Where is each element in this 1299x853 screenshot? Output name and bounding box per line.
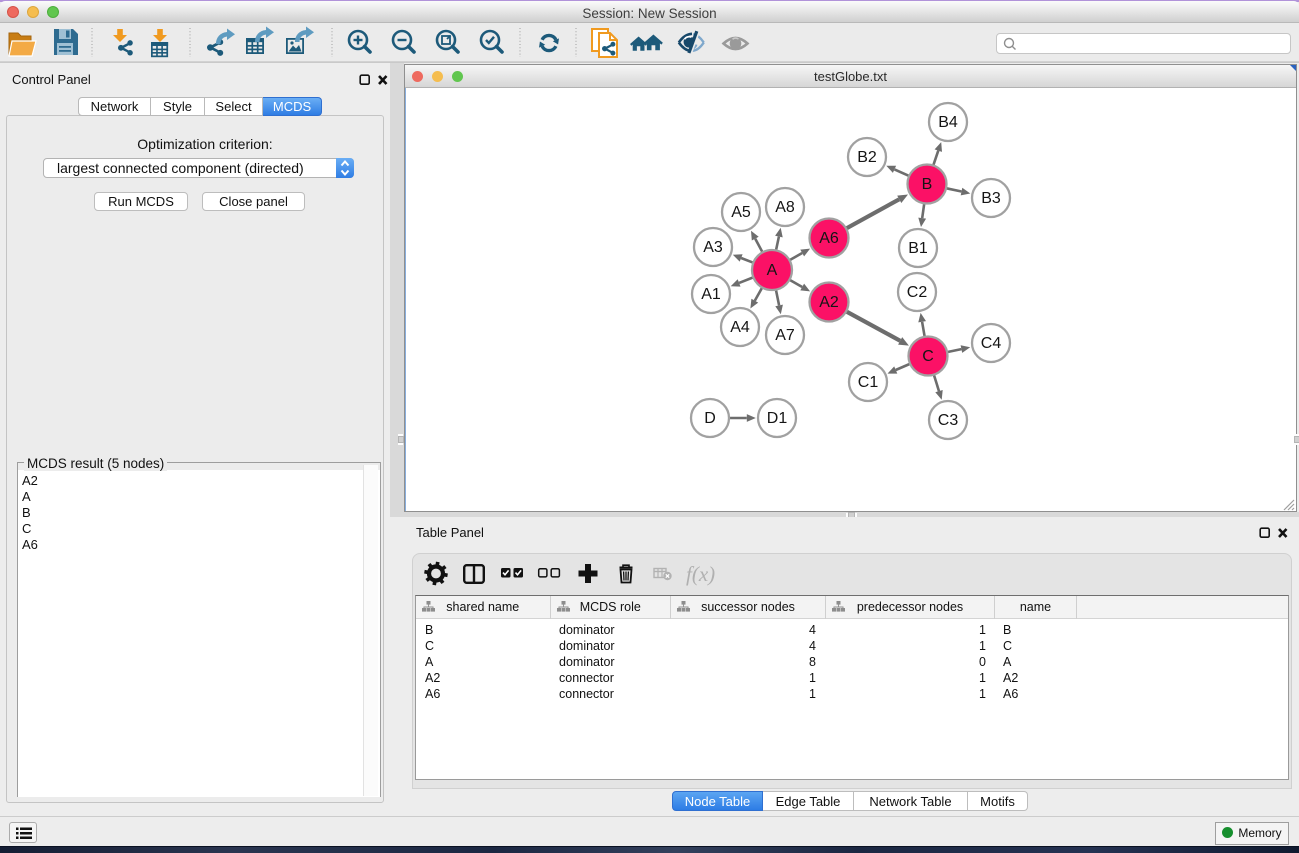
svg-text:C4: C4	[981, 335, 1002, 352]
svg-text:A3: A3	[703, 239, 723, 256]
svg-text:f(x): f(x)	[686, 562, 715, 586]
svg-text:C3: C3	[938, 412, 959, 429]
svg-text:A2: A2	[819, 294, 839, 311]
svg-text:C1: C1	[858, 374, 879, 391]
svg-text:A6: A6	[819, 230, 839, 247]
svg-text:C: C	[922, 348, 934, 365]
svg-text:A8: A8	[775, 199, 795, 216]
svg-text:A5: A5	[731, 204, 751, 221]
svg-text:B: B	[922, 176, 933, 193]
svg-text:A4: A4	[730, 319, 750, 336]
svg-text:D1: D1	[767, 410, 788, 427]
svg-text:B1: B1	[908, 240, 928, 257]
svg-text:A7: A7	[775, 327, 795, 344]
svg-text:B2: B2	[857, 149, 877, 166]
svg-text:B4: B4	[938, 114, 958, 131]
svg-text:D: D	[704, 410, 716, 427]
svg-text:A: A	[767, 262, 778, 279]
svg-text:B3: B3	[981, 190, 1001, 207]
svg-text:C2: C2	[907, 284, 928, 301]
svg-text:A1: A1	[701, 286, 721, 303]
